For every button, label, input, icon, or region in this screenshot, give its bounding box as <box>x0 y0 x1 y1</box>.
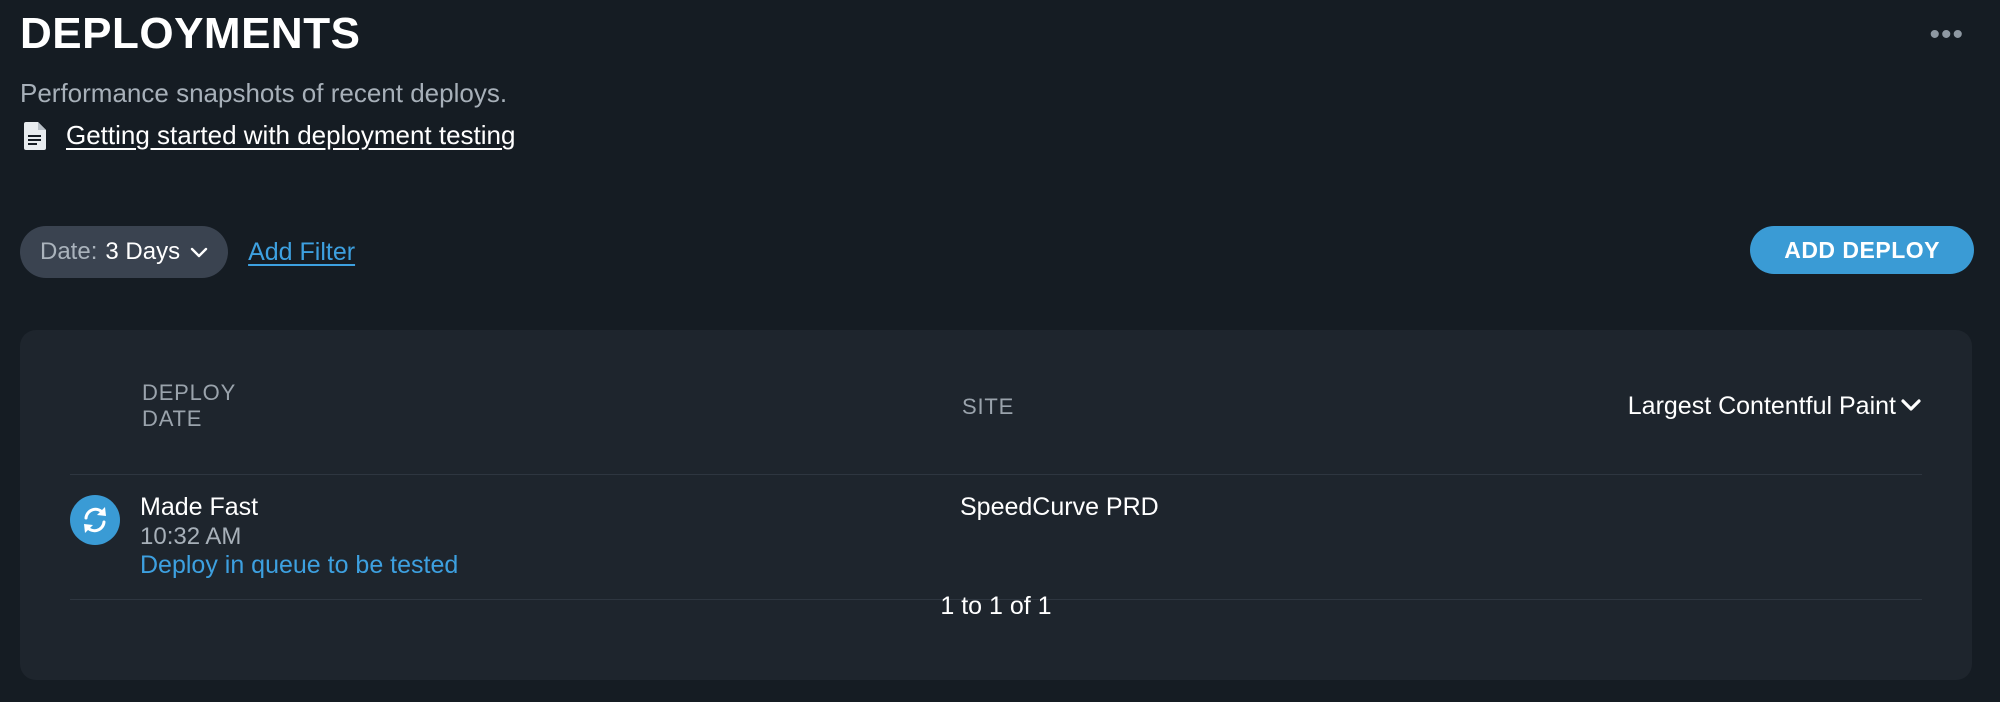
page-subtitle: Performance snapshots of recent deploys. <box>20 78 508 108</box>
doc-link-row: Getting started with deployment testing <box>24 120 515 151</box>
chevron-down-icon <box>1896 392 1922 421</box>
column-header-site[interactable]: SITE <box>962 394 1014 420</box>
deploy-status-link[interactable]: Deploy in queue to be tested <box>140 551 458 580</box>
add-filter-link[interactable]: Add Filter <box>248 238 355 267</box>
date-filter-dropdown[interactable]: Date: 3 Days <box>20 226 229 278</box>
getting-started-link[interactable]: Getting started with deployment testing <box>66 120 515 151</box>
date-filter-value: 3 Days <box>105 238 181 265</box>
column-header-deploy-date-line2: DATE <box>142 406 203 431</box>
metric-selector-label: Largest Contentful Paint <box>1627 392 1896 420</box>
deployments-page: DEPLOYMENTS ••• Performance snapshots of… <box>0 0 2000 702</box>
site-name: SpeedCurve PRD <box>960 493 1159 521</box>
filter-bar: Date: 3 Days Add Filter <box>20 226 355 278</box>
refresh-icon <box>70 495 120 545</box>
column-header-deploy-date-line1: DEPLOY <box>142 380 237 405</box>
table-header: DEPLOY DATE SITE Largest Contentful Pain… <box>70 380 1922 475</box>
metric-selector[interactable]: Largest Contentful Paint <box>1628 392 1922 421</box>
chevron-down-icon <box>190 238 208 266</box>
more-options-icon[interactable]: ••• <box>1929 20 1964 50</box>
page-title: DEPLOYMENTS <box>20 9 361 58</box>
document-icon <box>24 121 52 150</box>
deploy-name: Made Fast <box>140 493 259 521</box>
add-deploy-button[interactable]: ADD DEPLOY <box>1750 226 1974 274</box>
pagination-info: 1 to 1 of 1 <box>940 592 1052 620</box>
deploy-time: 10:32 AM <box>140 523 242 550</box>
column-header-deploy-date[interactable]: DEPLOY DATE <box>142 380 262 432</box>
deployments-table-panel: DEPLOY DATE SITE Largest Contentful Pain… <box>20 330 1972 680</box>
table-row[interactable]: Made Fast 10:32 AM Deploy in queue to be… <box>70 475 1922 600</box>
date-filter-label: Date: <box>40 238 98 265</box>
